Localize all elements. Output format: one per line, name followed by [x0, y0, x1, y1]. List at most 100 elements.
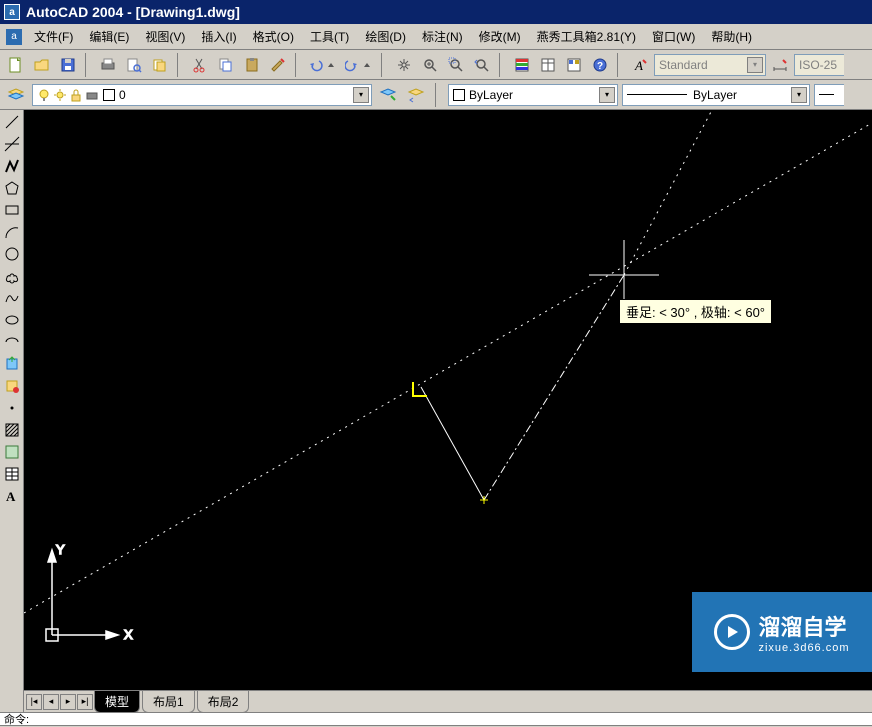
ellipse-arc-icon[interactable]: [2, 332, 22, 352]
dimstyle-value: ISO-25: [799, 58, 837, 72]
command-line[interactable]: 命令:: [0, 712, 872, 726]
tab-last-icon[interactable]: ▸|: [77, 694, 93, 710]
line-icon[interactable]: [2, 112, 22, 132]
make-block-icon[interactable]: [2, 376, 22, 396]
lock-icon: [69, 88, 83, 102]
svg-text:?: ?: [597, 61, 603, 72]
lightbulb-icon: [37, 88, 51, 102]
menu-format[interactable]: 格式(O): [245, 24, 302, 49]
color-control-value: ByLayer: [469, 88, 513, 102]
draw-toolbar: A: [0, 110, 24, 712]
construction-line-icon[interactable]: [2, 134, 22, 154]
snap-tooltip: 垂足: < 30° , 极轴: < 60°: [619, 299, 772, 324]
tab-layout2[interactable]: 布局2: [197, 691, 250, 713]
color-swatch: [453, 89, 465, 101]
publish-icon[interactable]: [148, 53, 172, 77]
copy-icon[interactable]: [214, 53, 238, 77]
menu-draw[interactable]: 绘图(D): [357, 24, 414, 49]
pan-icon[interactable]: [392, 53, 416, 77]
new-icon[interactable]: [4, 53, 28, 77]
menu-view[interactable]: 视图(V): [137, 24, 193, 49]
color-control-dropdown[interactable]: ByLayer ▾: [448, 84, 618, 106]
ellipse-icon[interactable]: [2, 310, 22, 330]
menu-yanxiu[interactable]: 燕秀工具箱2.81(Y): [529, 24, 644, 49]
tab-next-icon[interactable]: ▸: [60, 694, 76, 710]
help-icon[interactable]: ?: [588, 53, 612, 77]
layer-dropdown[interactable]: 0 ▾: [32, 84, 372, 106]
menu-help[interactable]: 帮助(H): [703, 24, 760, 49]
polygon-icon[interactable]: [2, 178, 22, 198]
point-icon[interactable]: [2, 398, 22, 418]
tab-model[interactable]: 模型: [94, 691, 140, 713]
play-icon: [714, 614, 750, 650]
zoom-window-icon[interactable]: [444, 53, 468, 77]
layer-name: 0: [119, 88, 126, 102]
lineweight-preview: [819, 94, 834, 95]
menu-dimension[interactable]: 标注(N): [414, 24, 471, 49]
linetype-control-dropdown[interactable]: ByLayer ▾: [622, 84, 810, 106]
revcloud-icon[interactable]: [2, 266, 22, 286]
menu-file[interactable]: 文件(F): [26, 24, 81, 49]
insert-block-icon[interactable]: [2, 354, 22, 374]
properties-icon[interactable]: [510, 53, 534, 77]
title-bar: a AutoCAD 2004 - [Drawing1.dwg]: [0, 0, 872, 24]
layer-color-swatch: [103, 89, 115, 101]
save-icon[interactable]: [56, 53, 80, 77]
separator: [381, 53, 387, 77]
polyline-icon[interactable]: [2, 156, 22, 176]
cut-icon[interactable]: [188, 53, 212, 77]
rectangle-icon[interactable]: [2, 200, 22, 220]
layer-filter-icon[interactable]: [376, 83, 400, 107]
svg-text:Y: Y: [56, 542, 65, 557]
spline-icon[interactable]: [2, 288, 22, 308]
separator: [617, 53, 623, 77]
table-icon[interactable]: [2, 464, 22, 484]
open-icon[interactable]: [30, 53, 54, 77]
region-icon[interactable]: [2, 442, 22, 462]
separator: [295, 53, 301, 77]
designcenter-icon[interactable]: [536, 53, 560, 77]
menu-modify[interactable]: 修改(M): [471, 24, 529, 49]
hatch-icon[interactable]: [2, 420, 22, 440]
layout-tab-bar: |◂ ◂ ▸ ▸| 模型 布局1 布局2: [24, 690, 872, 712]
tab-first-icon[interactable]: |◂: [26, 694, 42, 710]
redo-icon[interactable]: [342, 53, 376, 77]
menu-insert[interactable]: 插入(I): [193, 24, 244, 49]
print-icon[interactable]: [96, 53, 120, 77]
tab-layout1[interactable]: 布局1: [142, 691, 195, 713]
chevron-down-icon: ▾: [791, 87, 807, 103]
layer-previous-icon[interactable]: [404, 83, 428, 107]
tool-palettes-icon[interactable]: [562, 53, 586, 77]
command-prompt: 命令:: [4, 711, 29, 727]
app-icon: a: [4, 4, 20, 20]
sun-freeze-icon: [53, 88, 67, 102]
dimstyle-dropdown[interactable]: ISO-25: [794, 54, 844, 76]
circle-icon[interactable]: [2, 244, 22, 264]
svg-text:A: A: [634, 58, 643, 73]
layer-manager-icon[interactable]: [4, 83, 28, 107]
undo-icon[interactable]: [306, 53, 340, 77]
menu-window[interactable]: 窗口(W): [644, 24, 703, 49]
paste-icon[interactable]: [240, 53, 264, 77]
mtext-icon[interactable]: A: [2, 486, 22, 506]
plot-icon: [85, 88, 99, 102]
dimstyle-icon[interactable]: [768, 53, 792, 77]
svg-text:X: X: [124, 627, 133, 642]
textstyle-dropdown[interactable]: Standard ▾: [654, 54, 766, 76]
zoom-realtime-icon[interactable]: [418, 53, 442, 77]
arc-icon[interactable]: [2, 222, 22, 242]
linetype-control-value: ByLayer: [693, 88, 737, 102]
chevron-down-icon: ▾: [353, 87, 369, 103]
menu-edit[interactable]: 编辑(E): [81, 24, 137, 49]
drawing-canvas[interactable]: 垂足: < 30° , 极轴: < 60° Y X: [24, 110, 872, 690]
textstyle-icon[interactable]: A: [628, 53, 652, 77]
print-preview-icon[interactable]: [122, 53, 146, 77]
menu-tools[interactable]: 工具(T): [302, 24, 357, 49]
zoom-previous-icon[interactable]: [470, 53, 494, 77]
document-icon[interactable]: a: [6, 29, 22, 45]
separator: [499, 53, 505, 77]
drawing-area-wrap: 垂足: < 30° , 极轴: < 60° Y X: [24, 110, 872, 712]
tab-prev-icon[interactable]: ◂: [43, 694, 59, 710]
lineweight-control-dropdown[interactable]: [814, 84, 844, 106]
match-properties-icon[interactable]: [266, 53, 290, 77]
